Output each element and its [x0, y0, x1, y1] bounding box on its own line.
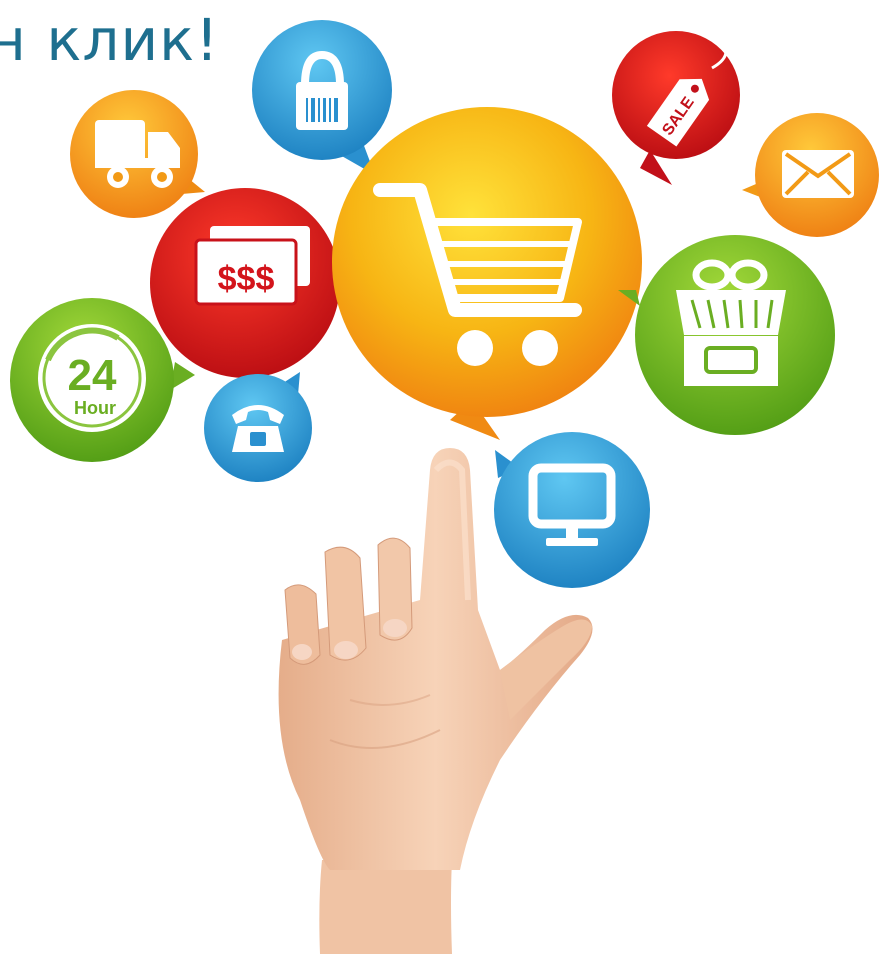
money-bills-icon: $$$ [194, 226, 310, 306]
promo-image: н клик! $$$ 24 Hour SALE [0, 0, 887, 954]
delivery-truck-bubble [70, 90, 205, 218]
shopping-cart-bubble [332, 107, 642, 440]
money-label: $$$ [218, 260, 275, 298]
email-bubble [742, 113, 879, 237]
shopping-bag-bubble [252, 20, 392, 175]
payment-bubble: $$$ [150, 188, 340, 378]
phone-bubble [204, 372, 312, 482]
hours-number: 24 [68, 351, 117, 400]
gift-bubble [618, 235, 835, 435]
envelope-icon [782, 150, 854, 198]
computer-bubble [494, 432, 650, 588]
ecommerce-illustration: $$$ 24 Hour SALE [10, 20, 879, 954]
sale-bubble: SALE [612, 31, 740, 185]
hours-label: Hour [74, 398, 116, 418]
